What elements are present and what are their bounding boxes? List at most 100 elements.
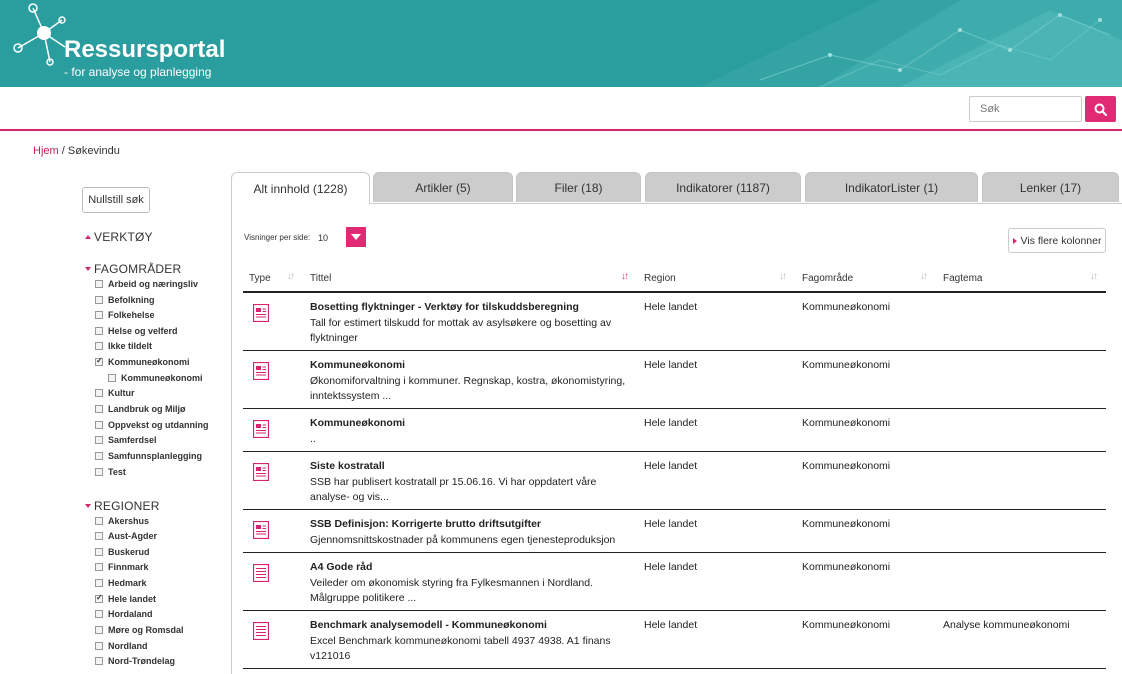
checkbox[interactable] <box>95 311 103 319</box>
facet-label: Kommuneøkonomi <box>121 373 203 383</box>
table-row[interactable]: A4 Gode råd Veileder om økonomisk styrin… <box>243 553 1106 611</box>
facet-region[interactable]: Hele landet <box>95 593 156 604</box>
checkbox[interactable] <box>95 327 103 335</box>
facet-fagomrade[interactable]: Samferdsel <box>95 435 157 445</box>
facet-region[interactable]: Aust-Agder <box>95 531 157 541</box>
facet-label: Buskerud <box>108 547 150 557</box>
row-title-link[interactable]: A4 Gode råd <box>310 561 372 573</box>
facet-label: Test <box>108 467 126 477</box>
checkbox[interactable] <box>95 548 103 556</box>
facet-fagomrade[interactable]: Arbeid og næringsliv <box>95 279 198 289</box>
checkbox[interactable] <box>95 642 103 650</box>
row-description: Økonomiforvaltning i kommuner. Regnskap,… <box>310 375 626 402</box>
show-more-columns-button[interactable]: Vis flere kolonner <box>1008 228 1106 253</box>
facet-fagomrade[interactable]: Kultur <box>95 388 135 398</box>
sort-icon[interactable]: ↓↑ <box>287 271 295 282</box>
checkbox[interactable] <box>95 468 103 476</box>
breadcrumb-home-link[interactable]: Hjem <box>33 145 59 157</box>
facet-fagomrade[interactable]: Oppvekst og utdanning <box>95 420 209 430</box>
checkbox[interactable] <box>95 657 103 665</box>
row-fagomrade: Kommuneøkonomi <box>802 619 891 631</box>
tab-artikler[interactable]: Artikler (5) <box>373 172 513 202</box>
table-row[interactable]: Siste kostratall SSB har publisert kostr… <box>243 452 1106 510</box>
facet-fagomrade[interactable]: Samfunnsplanlegging <box>95 451 202 461</box>
checkbox[interactable] <box>95 421 103 429</box>
sort-icon[interactable]: ↓↑ <box>1090 271 1098 282</box>
row-title-link[interactable]: SSB Definisjon: Korrigerte brutto drifts… <box>310 518 541 530</box>
checkbox[interactable] <box>95 452 103 460</box>
file-icon <box>253 622 269 640</box>
table-row[interactable]: Kommuneøkonomi Økonomiforvaltning i komm… <box>243 351 1106 409</box>
facet-fagomrade[interactable]: Helse og velferd <box>95 326 178 336</box>
row-title-link[interactable]: Siste kostratall <box>310 460 385 472</box>
facet-fagomrade[interactable]: Test <box>95 467 126 477</box>
col-fagomrade-header[interactable]: Fagområde <box>802 273 853 284</box>
breadcrumb-current: Søkevindu <box>67 145 120 157</box>
section-regioner[interactable]: REGIONER <box>85 499 160 513</box>
checkbox[interactable] <box>95 405 103 413</box>
checkbox[interactable] <box>95 517 103 525</box>
checkbox[interactable] <box>95 280 103 288</box>
facet-region[interactable]: Nordland <box>95 641 148 651</box>
section-verktoy[interactable]: VERKTØY <box>85 230 153 244</box>
section-fagomrader[interactable]: FAGOMRÅDER <box>85 262 181 276</box>
checkbox[interactable] <box>95 579 103 587</box>
search-input[interactable] <box>969 96 1082 122</box>
row-region: Hele landet <box>644 359 698 371</box>
facet-fagomrade[interactable]: Ikke tildelt <box>95 341 152 351</box>
tab-indikatorer[interactable]: Indikatorer (1187) <box>645 172 801 202</box>
table-row[interactable]: Kommuneøkonomi .. Hele landet Kommuneøko… <box>243 409 1106 452</box>
facet-fagomrade[interactable]: Folkehelse <box>95 310 155 320</box>
facet-region[interactable]: Møre og Romsdal <box>95 625 184 635</box>
article-icon <box>253 521 269 539</box>
checkbox-checked[interactable] <box>95 356 103 366</box>
sort-active-icon[interactable]: ↓↑ <box>621 271 629 282</box>
row-title-link[interactable]: Kommuneøkonomi <box>310 359 405 371</box>
tab-filer[interactable]: Filer (18) <box>516 172 641 202</box>
facet-label: Kommuneøkonomi <box>108 357 190 367</box>
sort-icon[interactable]: ↓↑ <box>920 271 928 282</box>
facet-region[interactable]: Finnmark <box>95 562 149 572</box>
col-title-header[interactable]: Tittel <box>310 273 331 284</box>
checkbox[interactable] <box>95 610 103 618</box>
row-title-link[interactable]: Kommuneøkonomi <box>310 417 405 429</box>
checkbox[interactable] <box>95 296 103 304</box>
facet-label: Møre og Romsdal <box>108 625 184 635</box>
col-fagtema-header[interactable]: Fagtema <box>943 273 982 284</box>
row-title-link[interactable]: Bosetting flyktninger - Verktøy for tils… <box>310 301 579 313</box>
tab-alt-innhold[interactable]: Alt innhold (1228) <box>231 172 370 204</box>
table-row[interactable]: SSB Definisjon: Korrigerte brutto drifts… <box>243 510 1106 553</box>
search-button[interactable] <box>1085 96 1116 122</box>
reset-search-button[interactable]: Nullstill søk <box>82 187 150 213</box>
sort-icon[interactable]: ↓↑ <box>779 271 787 282</box>
tab-indikatorlister[interactable]: IndikatorLister (1) <box>805 172 978 202</box>
checkbox[interactable] <box>108 374 116 382</box>
checkbox[interactable] <box>95 342 103 350</box>
checkbox[interactable] <box>95 563 103 571</box>
per-page-value[interactable]: 10 <box>318 233 328 243</box>
checkbox-checked[interactable] <box>95 593 103 603</box>
facet-region[interactable]: Hedmark <box>95 578 147 588</box>
facet-region[interactable]: Nord-Trøndelag <box>95 656 175 666</box>
facet-region[interactable]: Buskerud <box>95 547 150 557</box>
facet-region[interactable]: Akershus <box>95 516 149 526</box>
checkbox[interactable] <box>95 436 103 444</box>
facet-fagomrade[interactable]: Kommuneøkonomi <box>95 356 190 367</box>
facet-fagomrade-sub[interactable]: Kommuneøkonomi <box>108 373 203 383</box>
per-page-dropdown-button[interactable] <box>346 227 366 247</box>
col-type-header[interactable]: Type <box>249 273 271 284</box>
facet-label: Kultur <box>108 388 135 398</box>
checkbox[interactable] <box>95 532 103 540</box>
row-title-link[interactable]: Benchmark analysemodell - Kommuneøkonomi <box>310 619 547 631</box>
facet-region[interactable]: Hordaland <box>95 609 153 619</box>
brand-title[interactable]: Ressursportal <box>64 36 225 64</box>
tab-lenker[interactable]: Lenker (17) <box>982 172 1119 202</box>
table-row[interactable]: Bosetting flyktninger - Verktøy for tils… <box>243 293 1106 351</box>
col-region-header[interactable]: Region <box>644 273 676 284</box>
facet-fagomrade[interactable]: Befolkning <box>95 295 155 305</box>
facet-label: Samfunnsplanlegging <box>108 451 203 461</box>
checkbox[interactable] <box>95 389 103 397</box>
checkbox[interactable] <box>95 626 103 634</box>
table-row[interactable]: Benchmark analysemodell - Kommuneøkonomi… <box>243 611 1106 669</box>
facet-fagomrade[interactable]: Landbruk og Miljø <box>95 404 186 414</box>
